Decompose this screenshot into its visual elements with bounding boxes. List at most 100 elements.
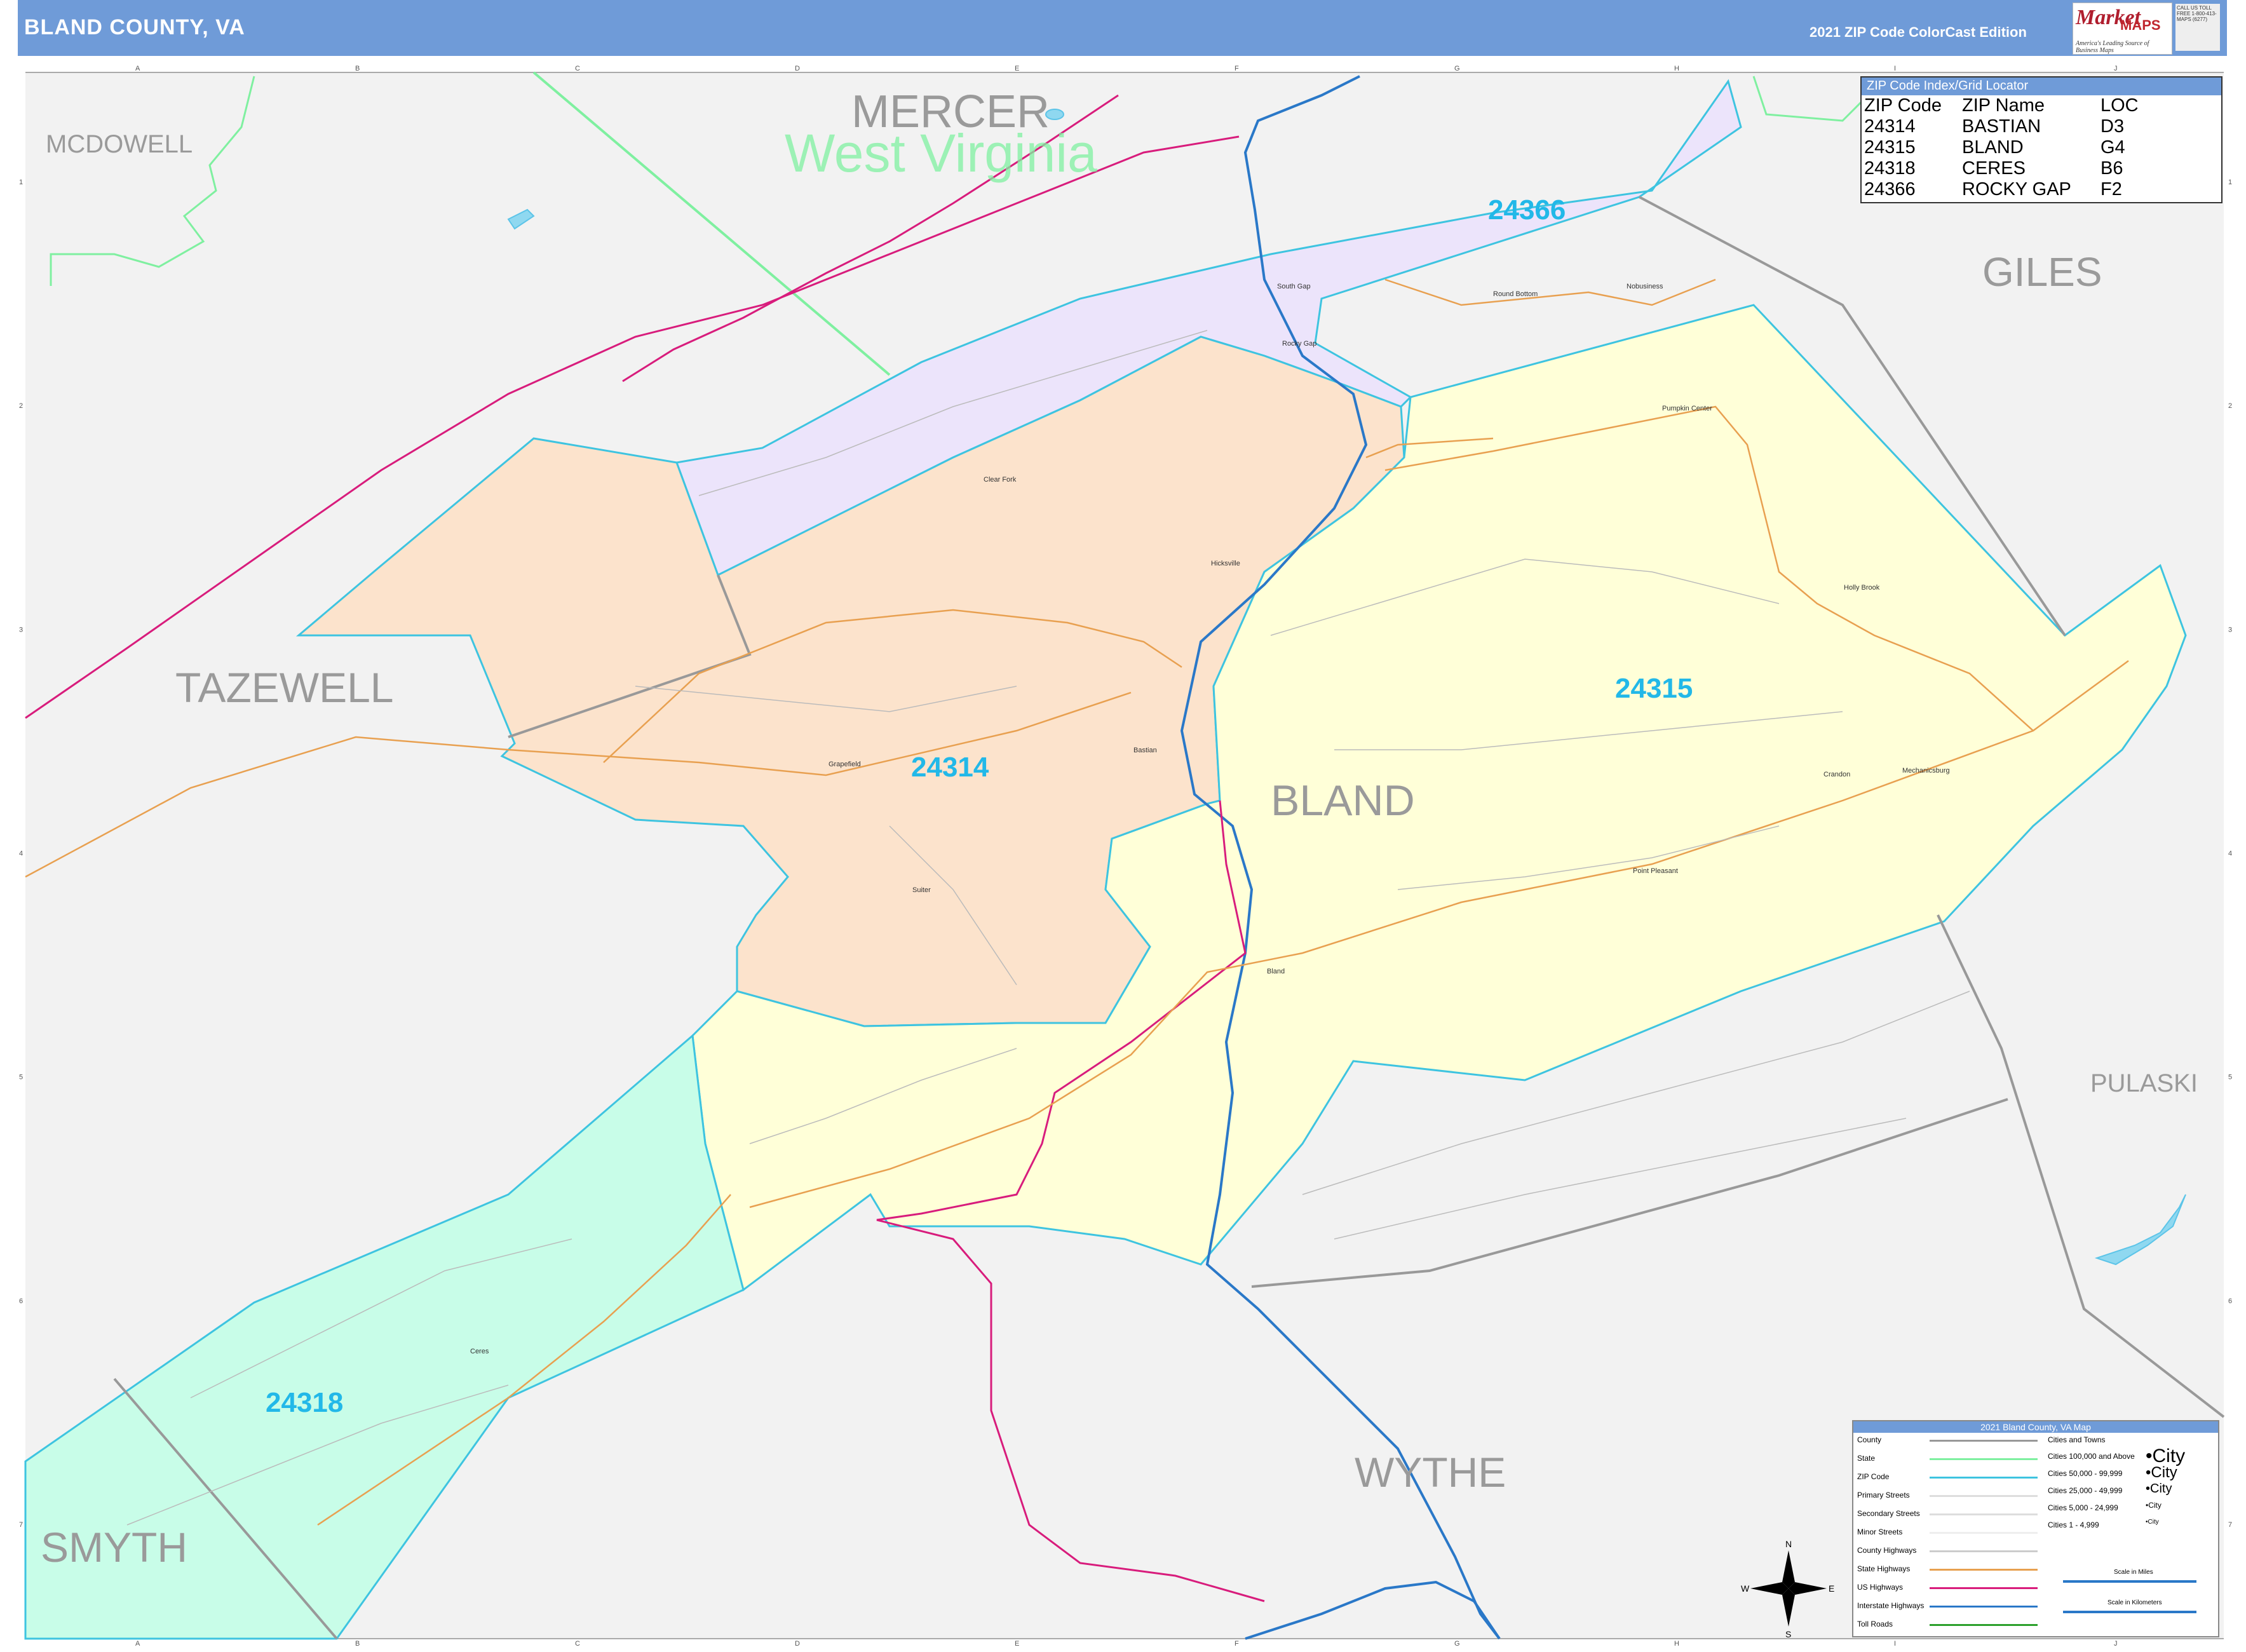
legend-item-label: Interstate Highways: [1857, 1601, 1925, 1610]
legend-city-class: Cities 5,000 - 24,999: [2048, 1503, 2118, 1512]
place-south-gap: South Gap: [1277, 283, 1311, 290]
legend-swatch: [1930, 1495, 2038, 1497]
place-pumpkin-center: Pumpkin Center: [1662, 405, 1712, 412]
legend-swatch: [1930, 1587, 2038, 1589]
grid-column-label: D: [795, 1640, 800, 1648]
zip-code-cell: 24318: [1864, 158, 1916, 179]
county-map[interactable]: A A B B C C D D E E F F G G H H I I J J 1 1 2 2 3 3 4 4 5 5 6 6 7 7: [0, 0, 2246, 1652]
place-bland: Bland: [1267, 968, 1285, 975]
legend-city-class: Cities 25,000 - 49,999: [2048, 1486, 2123, 1495]
grid-row-label: 4: [2228, 850, 2232, 858]
county-label-mcdowell: MCDOWELL: [46, 130, 193, 158]
zip-name-cell: CERES: [1962, 158, 2026, 179]
grid-row-label: 2: [19, 402, 23, 410]
legend-swatch: [1930, 1606, 2038, 1608]
compass-rose-icon: N S W E: [1741, 1539, 1834, 1639]
legend-swatch: [1930, 1477, 2038, 1479]
zip-code-cell: 24315: [1864, 137, 1916, 158]
grid-column-label: H: [1674, 65, 1679, 72]
grid-row-label: 6: [2228, 1297, 2232, 1305]
grid-row-label: 5: [2228, 1074, 2232, 1081]
zip-code-cell: 24366: [1864, 179, 1916, 200]
place-round-bottom: Round Bottom: [1493, 290, 1538, 298]
grid-row-label: 5: [19, 1074, 23, 1081]
legend-item-label: Minor Streets: [1857, 1527, 1903, 1536]
grid-row-label: 6: [19, 1297, 23, 1305]
zip-index-header-loc: LOC: [2101, 95, 2139, 116]
table-row[interactable]: 24366 ROCKY GAP F2: [1864, 179, 2142, 200]
legend-city-sample: •City: [2146, 1501, 2161, 1510]
grid-column-label: I: [1894, 1640, 1896, 1648]
county-label-wythe: WYTHE: [1355, 1449, 1506, 1496]
place-rocky-gap: Rocky Gap: [1282, 340, 1316, 348]
place-bastian: Bastian: [1133, 747, 1157, 754]
place-hicksville: Hicksville: [1211, 560, 1240, 567]
zip-name-cell: ROCKY GAP: [1962, 179, 2071, 200]
grid-column-label: B: [355, 1640, 360, 1648]
grid-column-label: F: [1235, 1640, 1239, 1648]
grid-column-label: I: [1894, 65, 1896, 72]
legend-item-label: County Highways: [1857, 1546, 1917, 1555]
zip-label-24366: 24366: [1488, 194, 1566, 226]
county-label-tazewell: TAZEWELL: [175, 664, 394, 711]
county-label-bland: BLAND: [1271, 776, 1415, 825]
zip-code-cell: 24314: [1864, 116, 1916, 137]
legend-swatch: [1930, 1458, 2038, 1460]
zip-name-cell: BASTIAN: [1962, 116, 2041, 137]
legend-item-label: Primary Streets: [1857, 1491, 1910, 1500]
legend-city-sample: •City: [2146, 1518, 2159, 1526]
legend-swatch: [1930, 1440, 2038, 1442]
legend-item-label: Toll Roads: [1857, 1620, 1893, 1628]
compass-s-label: S: [1785, 1629, 1791, 1639]
legend-scale-bar-km: [2063, 1611, 2196, 1613]
compass-w-label: W: [1741, 1583, 1750, 1594]
grid-column-label: J: [2114, 1640, 2118, 1648]
place-mechanicsburg: Mechanicsburg: [1902, 767, 1950, 775]
legend-item-label: Secondary Streets: [1857, 1509, 1920, 1518]
grid-column-label: C: [575, 65, 580, 72]
zip-loc-cell: B6: [2101, 158, 2123, 179]
table-row[interactable]: 24314 BASTIAN D3: [1864, 116, 2142, 137]
legend-city-sample: •City: [2146, 1482, 2172, 1496]
legend-swatch: [1930, 1532, 2038, 1534]
legend-swatch: [1930, 1624, 2038, 1626]
zip-name-cell: BLAND: [1962, 137, 2024, 158]
place-holly-brook: Holly Brook: [1844, 584, 1880, 592]
legend-item-label: County: [1857, 1435, 1882, 1444]
place-ceres: Ceres: [470, 1348, 489, 1355]
grid-row-label: 7: [19, 1521, 23, 1529]
legend-city-class: Cities 1 - 4,999: [2048, 1520, 2099, 1529]
legend-city-class: Cities 50,000 - 99,999: [2048, 1469, 2123, 1478]
table-row[interactable]: 24315 BLAND G4: [1864, 137, 2142, 158]
grid-column-label: D: [795, 65, 800, 72]
zip-label-24315: 24315: [1615, 673, 1693, 704]
place-clear-fork: Clear Fork: [984, 476, 1017, 484]
legend-scale-miles: Scale in Miles: [2114, 1569, 2153, 1576]
place-crandon: Crandon: [1823, 771, 1850, 778]
grid-row-label: 1: [19, 179, 23, 186]
map-legend: 2021 Bland County, VA Map County State ZIP…: [1852, 1420, 2219, 1637]
place-grapefield: Grapefield: [829, 761, 861, 768]
legend-item-label: US Highways: [1857, 1583, 1904, 1592]
zip-loc-cell: F2: [2101, 179, 2122, 200]
compass-n-label: N: [1785, 1539, 1792, 1549]
legend-scale-bar: [2063, 1580, 2196, 1583]
place-point-pleasant: Point Pleasant: [1633, 867, 1678, 875]
grid-row-label: 3: [2228, 626, 2232, 633]
legend-item-label: State Highways: [1857, 1564, 1911, 1573]
table-row[interactable]: 24318 CERES B6: [1864, 158, 2142, 179]
grid-row-label: 4: [19, 850, 23, 858]
zip-label-24318: 24318: [266, 1387, 343, 1418]
legend-scale-km: Scale in Kilometers: [2107, 1599, 2162, 1606]
legend-swatch: [1930, 1569, 2038, 1571]
county-label-giles: GILES: [1982, 249, 2102, 295]
place-suiter: Suiter: [912, 886, 931, 894]
zip-loc-cell: D3: [2101, 116, 2125, 137]
zip-index-header-name: ZIP Name: [1962, 95, 2045, 116]
grid-column-label: J: [2114, 65, 2118, 72]
zip-index-header-row: ZIP Code ZIP Name LOC: [1864, 95, 2142, 116]
grid-column-label: F: [1235, 65, 1239, 72]
grid-column-label: A: [135, 65, 140, 72]
zip-loc-cell: G4: [2101, 137, 2125, 158]
legend-item-label: State: [1857, 1454, 1876, 1463]
